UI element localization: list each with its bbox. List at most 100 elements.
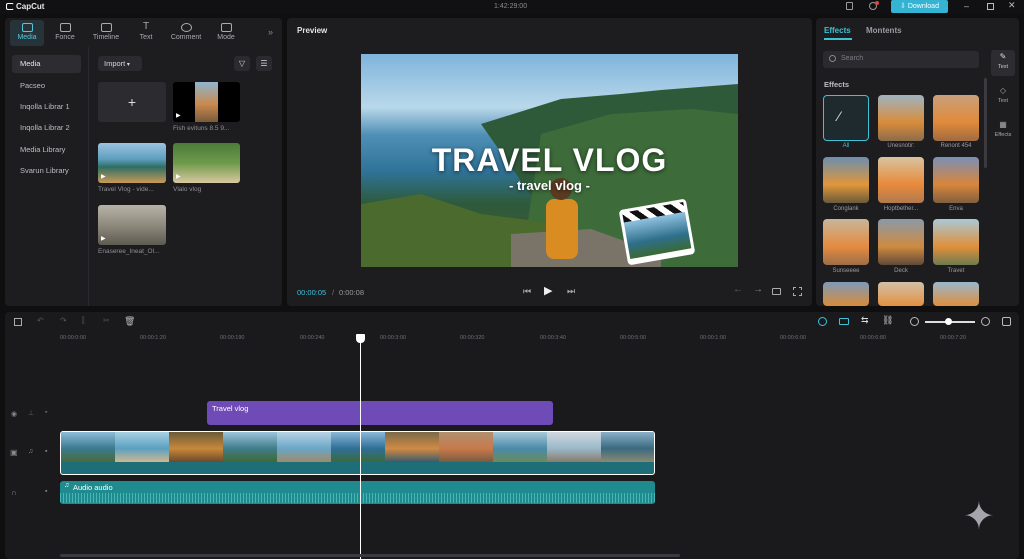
undo-arrow-icon[interactable]: ← [733, 284, 743, 295]
preview-canvas[interactable]: TRAVEL VLOG - travel vlog - [361, 54, 738, 267]
text-track-lock-icon[interactable]: ⊥ [28, 409, 34, 417]
eye-icon[interactable]: ◉ [11, 410, 17, 418]
cut-icon[interactable]: ✂ [103, 316, 110, 325]
aspect-ratio-icon[interactable] [772, 288, 781, 295]
sidebar-item-pacseo[interactable]: Pacseo [12, 77, 81, 95]
text-track-menu-icon[interactable]: ▪ [45, 409, 47, 416]
expand-panel-icon[interactable]: » [268, 27, 273, 37]
search-icon [829, 55, 836, 62]
effect-9[interactable] [933, 219, 979, 265]
play-button[interactable]: ▶ [544, 284, 552, 297]
redo-arrow-icon[interactable]: → [753, 284, 763, 295]
link-icon[interactable]: ⛓ [882, 315, 893, 326]
playhead-handle[interactable] [356, 334, 365, 343]
rail-text-1[interactable]: ✎ Text [991, 50, 1015, 76]
maximize-icon[interactable] [987, 3, 994, 10]
list-view-button[interactable]: ☰ [256, 56, 272, 71]
sidebar-item-media[interactable]: Media [12, 55, 81, 73]
tab-media[interactable]: Media [10, 20, 44, 46]
tab-fonce[interactable]: Fonce [48, 20, 82, 46]
timeline-settings-icon[interactable] [1002, 317, 1011, 326]
download-button[interactable]: ⇩ Download [891, 0, 948, 13]
image-icon [59, 23, 71, 32]
undo-icon[interactable]: ↶ [37, 316, 44, 325]
effect-5[interactable] [878, 157, 924, 203]
tab-comment[interactable]: Comment [169, 20, 203, 46]
zoom-out-icon[interactable] [910, 317, 919, 326]
overlay-subtitle: - travel vlog - [509, 178, 590, 193]
effect-3[interactable] [933, 95, 979, 141]
app-name: CapCut [16, 2, 45, 11]
lock-icon[interactable] [846, 2, 853, 10]
sidebar-item-media-library[interactable]: Media Library [12, 141, 81, 159]
capcut-logo-icon [6, 3, 14, 10]
folder-link-icon[interactable] [839, 318, 849, 325]
add-media-button[interactable]: + [98, 82, 166, 122]
redo-icon[interactable]: ↷ [60, 316, 67, 325]
sidebar-item-svarun-library[interactable]: Svarun Library [12, 162, 81, 180]
effect-label-6: Enva [949, 206, 963, 212]
text-effect-icon: ✎ [999, 52, 1007, 61]
media-thumb-2[interactable]: ▶ [98, 143, 166, 183]
timeline-scrollbar[interactable] [60, 554, 680, 557]
import-button[interactable]: Import ▾ [98, 56, 142, 71]
plus-icon: + [127, 94, 137, 110]
sidebar-item-library-2[interactable]: Inqolla Librar 2 [12, 119, 81, 137]
delete-icon[interactable]: 🗑 [124, 316, 135, 327]
effects-search-input[interactable]: Search [823, 51, 979, 68]
effect-10[interactable] [823, 282, 869, 306]
effect-12[interactable] [933, 282, 979, 306]
droplet-icon: ◇ [999, 86, 1007, 95]
video-track-lock-icon[interactable]: ▪ [45, 448, 47, 455]
rail-effects[interactable]: ▦ Effects [988, 118, 1018, 144]
tab-montents[interactable]: Montents [866, 26, 902, 35]
media-label-4: Enaseree_Ineat_Ol... [98, 248, 160, 255]
effect-8[interactable] [878, 219, 924, 265]
comment-icon [180, 23, 192, 32]
audio-waveform [60, 493, 655, 503]
effect-label-7: Sunseeee [832, 268, 860, 274]
fullscreen-icon[interactable] [793, 287, 802, 296]
tab-timeline[interactable]: Timeline [89, 20, 123, 46]
skip-forward-icon[interactable]: ⏭ [567, 286, 575, 297]
chevron-down-icon: ▾ [125, 62, 130, 68]
select-tool-icon[interactable] [14, 318, 22, 326]
effects-scrollbar[interactable] [984, 78, 987, 168]
minimize-icon[interactable]: – [964, 1, 969, 11]
audio-clip[interactable]: ♫ Audio audio [60, 481, 655, 504]
tab-text[interactable]: T Text [129, 20, 163, 46]
audio-track-lock-icon[interactable]: ▪ [45, 488, 47, 495]
headphones-icon[interactable]: ∩ [11, 488, 17, 497]
playhead[interactable] [360, 334, 361, 559]
skip-back-icon[interactable]: ⏮ [523, 286, 531, 297]
adjust-icon[interactable]: ⇆ [861, 315, 869, 326]
magnet-icon[interactable] [818, 317, 827, 326]
rail-text-2[interactable]: ◇ Text [991, 84, 1015, 110]
media-thumb-4[interactable]: ▶ [98, 205, 166, 245]
effect-11[interactable] [878, 282, 924, 306]
effect-7[interactable] [823, 219, 869, 265]
sidebar-item-library-1[interactable]: Inqolla Librar 1 [12, 98, 81, 116]
tab-effects[interactable]: Effects [824, 26, 851, 35]
media-thumb-3[interactable]: ▶ [173, 143, 240, 183]
video-clip[interactable] [60, 431, 655, 475]
zoom-slider-handle[interactable] [945, 318, 952, 325]
title-bar: CapCut 1:42:29:00 ⇩ Download – ✕ [0, 0, 1024, 14]
zoom-in-icon[interactable] [981, 317, 990, 326]
effect-all[interactable]: ⁄ [823, 95, 869, 141]
media-thumb-1[interactable]: ▶ [173, 82, 240, 122]
text-clip[interactable]: Travel vlog [207, 401, 553, 425]
effect-6[interactable] [933, 157, 979, 203]
timeline-ruler[interactable]: 00:00:0:00 00:00:1:20 00:00:190 00:00:24… [60, 332, 1019, 350]
notification-dot [875, 1, 879, 5]
filter-button[interactable]: ▽ [234, 56, 250, 71]
effect-4[interactable] [823, 157, 869, 203]
project-timecode: 1:42:29:00 [494, 3, 528, 10]
split-icon[interactable]: ⫿ [82, 316, 85, 326]
video-track-audio-icon[interactable]: ♫ [28, 448, 33, 455]
close-icon[interactable]: ✕ [1008, 0, 1016, 11]
effect-2[interactable] [878, 95, 924, 141]
video-track-icon[interactable]: ▣ [10, 448, 18, 457]
tab-mode[interactable]: Mode [209, 20, 243, 46]
effect-label-3: Renont 454 [940, 143, 972, 149]
